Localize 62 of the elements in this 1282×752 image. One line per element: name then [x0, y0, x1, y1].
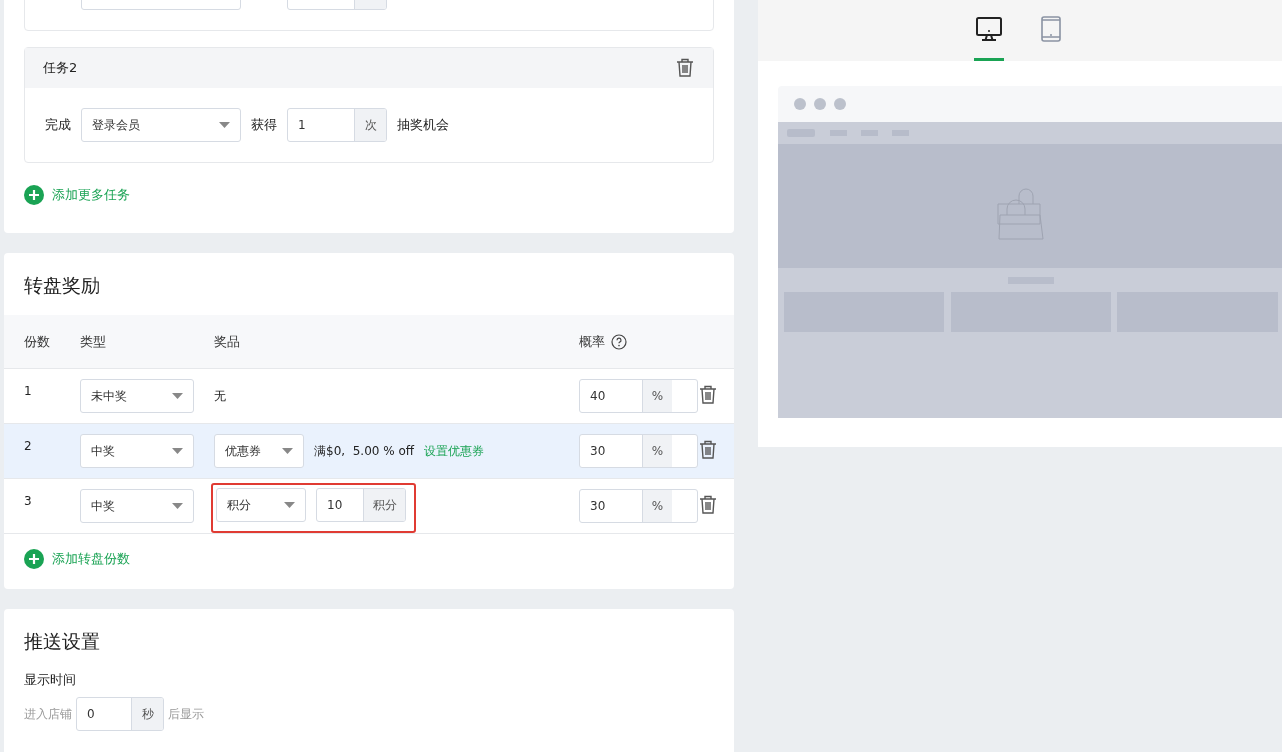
trash-icon	[699, 440, 717, 459]
number-input[interactable]: 40	[580, 380, 642, 412]
field-label: 显示时间	[24, 672, 76, 687]
unit-addon: 秒	[131, 698, 163, 730]
caret-icon	[172, 503, 183, 509]
trash-icon	[699, 495, 717, 514]
unit-addon: 积分	[363, 489, 405, 521]
help-icon[interactable]	[611, 333, 627, 350]
column-header: 概率	[579, 332, 605, 351]
dropdown-select[interactable]: 未中奖	[80, 379, 194, 413]
column-header: 类型	[80, 332, 106, 351]
prize-text: 无	[214, 387, 226, 405]
suffix-text: 后显示	[168, 705, 204, 723]
number-input[interactable]: 1	[288, 109, 354, 141]
column-header: 奖品	[214, 332, 240, 351]
caret-icon	[172, 448, 183, 454]
delete-button[interactable]	[698, 385, 718, 405]
section-title: 推送设置	[24, 629, 101, 654]
prefix-text: 进入店铺	[24, 705, 72, 723]
unit-addon: 次	[354, 109, 386, 141]
unit-addon: %	[642, 435, 672, 467]
share-number: 3	[24, 493, 33, 510]
section-title: 转盘奖励	[23, 273, 101, 298]
reward-label: 抽奖机会	[397, 116, 449, 134]
plus-icon	[24, 185, 44, 205]
trash-icon	[676, 58, 694, 77]
number-input[interactable]: 10	[317, 489, 363, 521]
delete-button[interactable]	[698, 440, 718, 460]
caret-icon	[172, 393, 183, 399]
number-field[interactable]: 0 秒	[76, 697, 164, 731]
tablet-icon	[1041, 16, 1061, 42]
share-number: 1	[24, 383, 33, 400]
number-field[interactable]: 30 %	[579, 434, 698, 468]
column-header: 份数	[24, 332, 50, 351]
coupon-detail: 满$0, 5.00 % off	[314, 442, 415, 460]
trash-icon	[699, 385, 717, 404]
caret-icon	[282, 448, 293, 454]
monitor-icon	[976, 16, 1002, 42]
number-input[interactable]: 0	[77, 698, 131, 730]
dropdown-select[interactable]: 登录会员	[81, 108, 241, 142]
number-field[interactable]: 40 %	[579, 379, 698, 413]
caret-icon	[284, 502, 295, 508]
number-input[interactable]: 30	[580, 490, 642, 522]
number-field[interactable]: 10 积分	[316, 488, 406, 522]
delete-button[interactable]	[698, 495, 718, 515]
caret-icon	[219, 122, 230, 128]
plus-icon	[24, 549, 44, 569]
task-title: 任务2	[43, 59, 78, 77]
number-field[interactable]: 30 %	[579, 489, 698, 523]
dropdown-select[interactable]: 积分	[216, 488, 306, 522]
number-field[interactable]: 1 次	[287, 108, 387, 142]
unit-addon: %	[642, 380, 672, 412]
delete-button[interactable]	[675, 58, 695, 78]
share-number: 2	[24, 438, 33, 455]
table-row[interactable]: 2 中奖 优惠券 满$0, 5.00 % off 设置优惠券 30 %	[4, 424, 734, 479]
dropdown-select[interactable]: 优惠券	[214, 434, 304, 468]
gain-label: 获得	[251, 116, 277, 134]
dropdown-select[interactable]: 中奖	[80, 489, 194, 523]
number-input[interactable]: 30	[580, 435, 642, 467]
dropdown-select[interactable]: 中奖	[80, 434, 194, 468]
unit-addon: %	[642, 490, 672, 522]
complete-label: 完成	[45, 116, 71, 134]
